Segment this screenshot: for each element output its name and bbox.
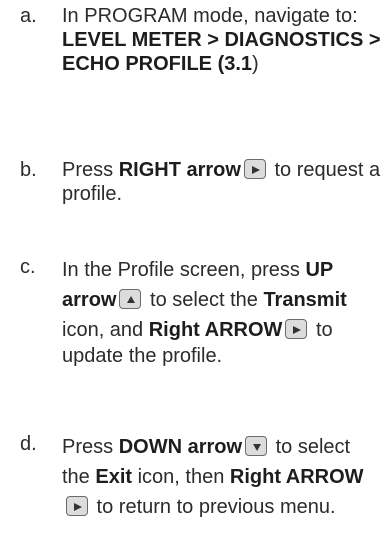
step-body: Press DOWN arrow to select the Exit icon… (62, 435, 364, 518)
step-letter: a. (20, 5, 37, 27)
right-arrow-key-icon (243, 158, 266, 179)
menu-path: LEVEL METER > DIAGNOSTICS > (62, 29, 381, 51)
step-letter: b. (20, 159, 37, 181)
step-body: In PROGRAM mode, navigate to: LEVEL METE… (62, 5, 381, 75)
step-letter: d. (20, 433, 37, 455)
menu-path: ECHO PROFILE (3.1 (62, 53, 253, 75)
step-body: In the Profile screen, press UP arrow to… (62, 259, 347, 367)
right-arrow-key-icon (285, 318, 308, 339)
down-arrow-key-icon (245, 435, 268, 456)
right-arrow-key-icon (66, 495, 88, 516)
up-arrow-key-icon (119, 288, 142, 309)
step-body: Press RIGHT arrow to request a profile. (62, 158, 381, 205)
step-letter: c. (20, 256, 36, 278)
step-text: In PROGRAM mode, navigate to: (62, 5, 358, 27)
